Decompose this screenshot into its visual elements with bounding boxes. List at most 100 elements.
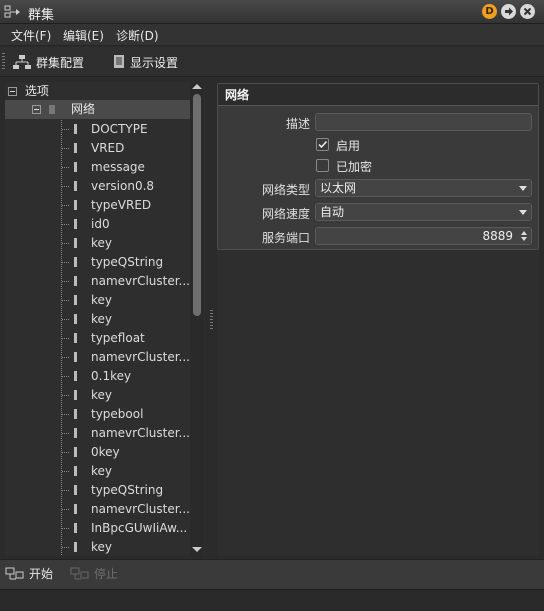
tree-guide-branch (62, 129, 70, 130)
tree-guide-branch (62, 395, 70, 396)
leaf-node-icon (74, 143, 77, 153)
collapse-icon[interactable] (32, 105, 41, 114)
leaf-node-icon (74, 314, 77, 324)
tree-guide-branch (62, 376, 70, 377)
scroll-down-arrow-icon[interactable] (192, 547, 202, 552)
tree-leaf-item[interactable]: key (74, 462, 113, 481)
tree-leaf-item[interactable]: namevrCluster... (74, 272, 190, 291)
tree-guide-branch (62, 509, 70, 510)
tree-leaf-item[interactable]: namevrCluster... (74, 500, 190, 519)
spin-arrows-icon[interactable] (520, 230, 528, 242)
network-type-value: 以太网 (320, 181, 357, 195)
tree-leaf-item[interactable]: key (74, 310, 113, 329)
network-group: 网络 描述 启用 已加密 网络类型 以太网 网络速度 自动 服务端口 8889 (217, 83, 539, 250)
service-port-label: 服务端口 (261, 231, 310, 245)
tree-leaf-item[interactable]: typeVRED (74, 196, 151, 215)
d-badge-button[interactable]: D (482, 4, 497, 19)
network-type-select[interactable]: 以太网 (315, 179, 532, 197)
network-speed-select[interactable]: 自动 (315, 203, 532, 221)
tree-leaf-item[interactable]: InBpcGUwIiAw... (74, 519, 187, 538)
tree-guide-branch (62, 338, 70, 339)
leaf-node-icon (74, 371, 77, 381)
forward-arrow-icon[interactable] (501, 4, 516, 19)
tree-leaf-label: key (91, 464, 113, 478)
tree-guide-branch (62, 205, 70, 206)
panel-splitter[interactable] (210, 310, 213, 330)
tree-scrollbar[interactable] (190, 82, 204, 556)
leaf-node-icon (74, 485, 77, 495)
leaf-node-icon (74, 219, 77, 229)
tree-leaf-item[interactable]: typeQString (74, 481, 164, 500)
chevron-down-icon[interactable] (519, 186, 527, 191)
display-settings-label: 显示设置 (130, 55, 179, 70)
close-icon[interactable] (520, 4, 535, 19)
start-label: 开始 (29, 567, 54, 581)
tree-leaf-item[interactable]: key (74, 234, 112, 253)
cluster-config-button[interactable]: 群集配置 (12, 53, 84, 71)
service-port-spinbox[interactable]: 8889 (315, 227, 532, 245)
tree-guide-branch (62, 167, 70, 168)
tree-leaf-item[interactable]: version0.8 (74, 177, 154, 196)
tree-guide-branch (62, 186, 70, 187)
action-bar: 开始 停止 (0, 559, 544, 589)
stop-button[interactable]: 停止 (70, 565, 118, 582)
tree-leaf-label: key (91, 312, 113, 326)
tree-leaf-item[interactable]: key (74, 538, 113, 556)
tree-leaf-label: key (91, 388, 113, 402)
tree-root-options[interactable]: 选项 (8, 82, 49, 101)
tree-leaf-item[interactable]: key (74, 291, 113, 310)
scrollbar-thumb[interactable] (193, 94, 201, 316)
tree-leaf-item[interactable]: message (74, 158, 145, 177)
encrypted-checkbox[interactable] (316, 159, 329, 172)
tree-item-network[interactable]: 网络 (5, 100, 193, 119)
tree-leaf-item[interactable]: typeQString (74, 253, 163, 272)
leaf-node-icon (74, 428, 77, 438)
tree-leaf-item[interactable]: namevrCluster... (74, 348, 190, 367)
tree-guide-branch (62, 357, 70, 358)
tree-leaf-label: key (91, 293, 113, 307)
tree-leaf-item[interactable]: VRED (74, 139, 124, 158)
tree-leaf-item[interactable]: 0key (74, 443, 120, 462)
tree-leaf-item[interactable]: DOCTYPE (74, 120, 148, 139)
display-settings-button[interactable]: 显示设置 (112, 53, 178, 71)
tree-leaf-label: typeQString (91, 483, 164, 497)
collapse-icon[interactable] (8, 87, 17, 96)
scroll-up-arrow-icon[interactable] (192, 84, 202, 89)
description-label: 描述 (285, 117, 310, 131)
leaf-node-icon (74, 447, 77, 457)
encrypted-label: 已加密 (336, 160, 373, 174)
tree-leaf-label: message (91, 160, 145, 174)
chevron-down-icon[interactable] (519, 210, 527, 215)
tree-leaf-label: key (91, 540, 113, 554)
tree-leaf-label: id0 (91, 217, 110, 231)
tree-leaf-item[interactable]: namevrCluster... (74, 424, 190, 443)
enabled-checkbox[interactable] (316, 138, 329, 151)
tree-leaf-item[interactable]: typefloat (74, 329, 145, 348)
tree-leaf-item[interactable]: id0 (74, 215, 110, 234)
tree-guide-branch (62, 224, 70, 225)
tree-guide-branch (62, 300, 70, 301)
menu-diagnose[interactable]: 诊断(D) (116, 27, 159, 44)
title-bar: 群集 D (0, 0, 544, 24)
tree-leaf-item[interactable]: 0.1key (74, 367, 131, 386)
tree-leaf-item[interactable]: typebool (74, 405, 144, 424)
start-button[interactable]: 开始 (5, 565, 53, 582)
leaf-node-icon (74, 504, 77, 514)
leaf-node-icon (74, 276, 77, 286)
toolbar-grip[interactable] (2, 53, 5, 71)
leaf-node-icon (74, 295, 77, 305)
monitor-icon (114, 55, 124, 68)
tree-leaf-label: typefloat (91, 331, 145, 345)
menu-file[interactable]: 文件(F) (11, 27, 51, 44)
tree-guide-branch (62, 528, 70, 529)
leaf-node-icon (74, 200, 77, 210)
leaf-node-icon (74, 238, 77, 248)
menu-edit[interactable]: 编辑(E) (63, 27, 104, 44)
stop-cluster-icon (70, 567, 89, 579)
network-speed-label: 网络速度 (261, 207, 310, 221)
tree-guide-branch (62, 414, 70, 415)
tree-leaf-item[interactable]: key (74, 386, 113, 405)
tree-leaf-label: typebool (91, 407, 144, 421)
description-input[interactable] (315, 113, 532, 131)
right-panel-empty (217, 250, 539, 556)
